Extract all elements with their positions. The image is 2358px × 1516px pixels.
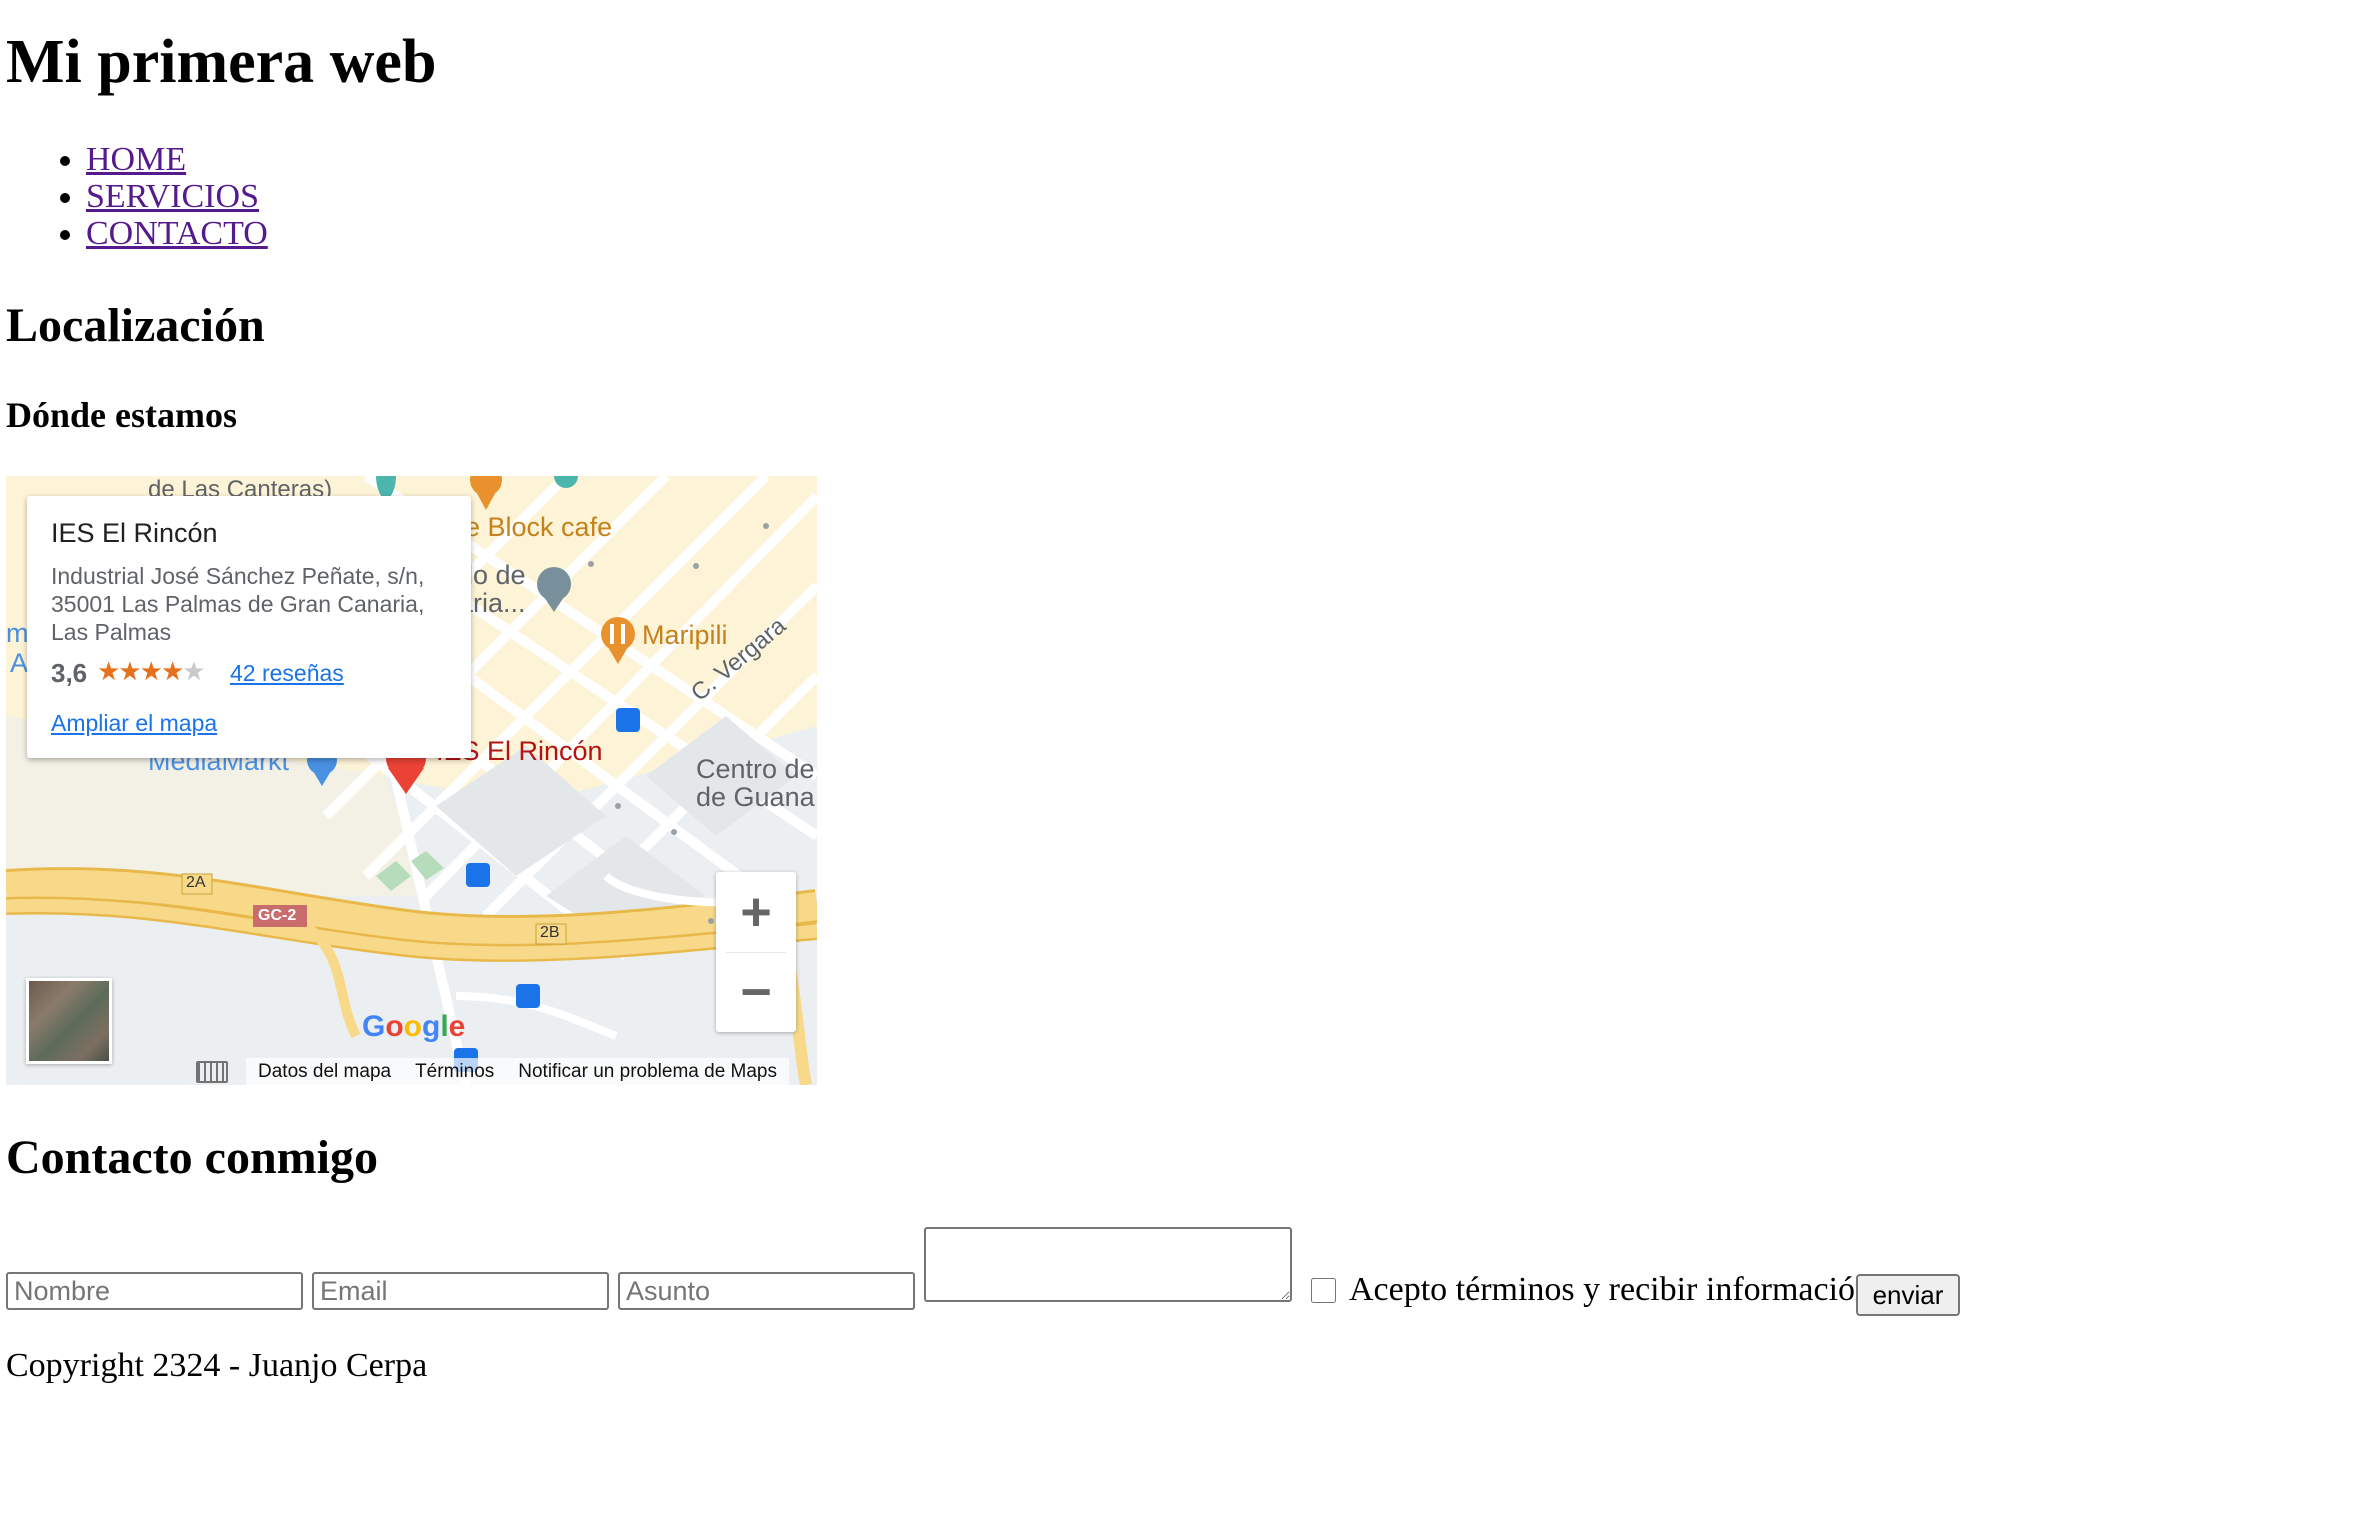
- keyboard-shortcuts-icon[interactable]: [196, 1061, 228, 1083]
- location-heading: Localización: [6, 299, 265, 352]
- nav-link-servicios[interactable]: SERVICIOS: [86, 178, 259, 215]
- reviews-link[interactable]: 42 reseñas: [230, 660, 344, 687]
- map-label-edge-m: m: [6, 618, 29, 648]
- road-shield-gc2: GC-2: [258, 907, 297, 924]
- zoom-out-button[interactable]: −: [716, 952, 796, 1032]
- place-name: IES El Rincón: [51, 518, 218, 548]
- google-logo: Google: [362, 1010, 466, 1043]
- map-label-maripili: Maripili: [642, 620, 728, 650]
- nav-link-home[interactable]: HOME: [86, 141, 186, 178]
- zoom-control: + −: [716, 872, 796, 1032]
- contact-heading: Contacto conmigo: [6, 1131, 378, 1184]
- road-shield-2b: 2B: [540, 924, 560, 941]
- nav-item-servicios: SERVICIOS: [86, 178, 268, 215]
- place-address: Industrial José Sánchez Peñate, s/n, 350…: [51, 563, 425, 645]
- embedded-map[interactable]: de Las Canteras) he Block cafe do de ari…: [6, 476, 817, 1085]
- nav-link-contacto[interactable]: CONTACTO: [86, 215, 268, 252]
- report-problem-link[interactable]: Notificar un problema de Maps: [518, 1061, 777, 1083]
- message-textarea[interactable]: [924, 1227, 1292, 1302]
- name-input[interactable]: [6, 1272, 303, 1310]
- place-info-card: IES El Rincón Industrial José Sánchez Pe…: [27, 496, 471, 758]
- accept-terms-checkbox[interactable]: [1311, 1278, 1336, 1303]
- subject-input[interactable]: [618, 1272, 915, 1310]
- submit-button[interactable]: enviar: [1856, 1274, 1960, 1316]
- footer-copyright: Copyright 2324 - Juanjo Cerpa: [6, 1347, 428, 1384]
- enlarge-map-link[interactable]: Ampliar el mapa: [51, 710, 217, 737]
- rating-stars-icon: ★★★★★: [97, 656, 206, 686]
- map-attribution: Datos del mapa Términos Notificar un pro…: [246, 1058, 790, 1085]
- place-rating: 3,6: [51, 658, 88, 688]
- map-terms-link[interactable]: Términos: [415, 1061, 494, 1083]
- nav-item-home: HOME: [86, 141, 268, 178]
- map-data-link[interactable]: Datos del mapa: [258, 1061, 391, 1083]
- road-shield-2a: 2A: [186, 874, 206, 891]
- zoom-in-button[interactable]: +: [716, 872, 796, 952]
- map-label-centro-1: Centro de: [696, 754, 815, 784]
- nav-item-contacto: CONTACTO: [86, 215, 268, 252]
- map-label-edge-a: A: [10, 648, 29, 678]
- location-subheading: Dónde estamos: [6, 395, 237, 435]
- accept-terms-label: Acepto términos y recibir información: [1349, 1271, 1873, 1308]
- main-nav: HOME SERVICIOS CONTACTO: [0, 141, 268, 252]
- map-label-centro-2: de Guana: [696, 782, 815, 812]
- site-title: Mi primera web: [6, 28, 437, 96]
- satellite-toggle-button[interactable]: [26, 978, 112, 1064]
- email-input[interactable]: [312, 1272, 609, 1310]
- map-label-block-cafe: he Block cafe: [450, 512, 613, 542]
